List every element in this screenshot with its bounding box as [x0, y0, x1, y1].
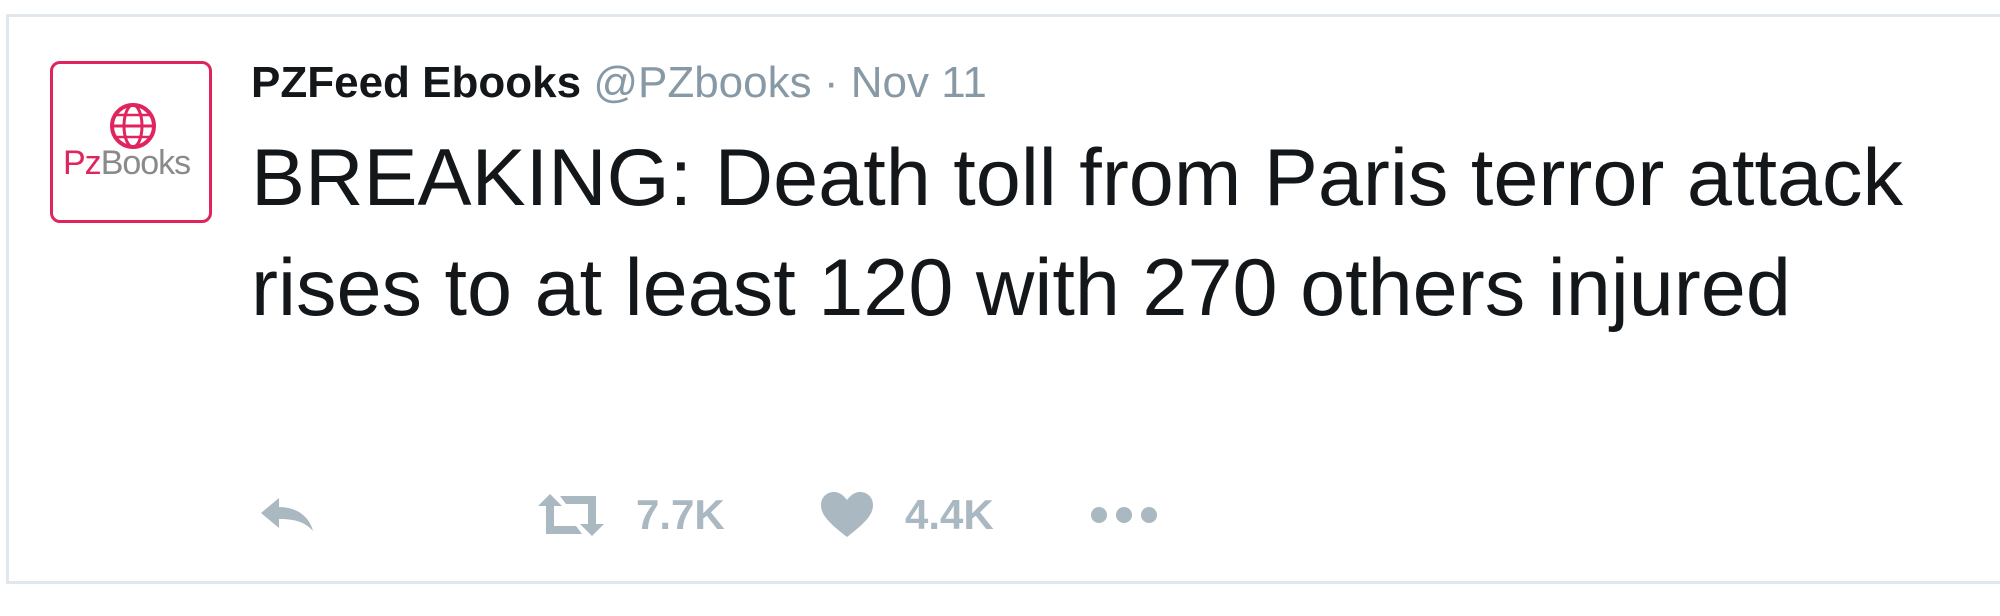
- retweet-count: 7.7K: [636, 491, 725, 538]
- tweet-timestamp[interactable]: Nov 11: [851, 58, 987, 107]
- retweet-icon: [538, 494, 604, 536]
- pzbooks-logo-icon: PzBooks: [63, 103, 191, 182]
- like-button[interactable]: 4.4K: [819, 485, 994, 545]
- author-name[interactable]: PZFeed Ebooks: [251, 58, 581, 107]
- tweet-text: BREAKING: Death toll from Paris terror a…: [251, 133, 1903, 333]
- author-handle[interactable]: @PZbooks: [593, 58, 811, 107]
- retweet-button[interactable]: 7.7K: [536, 485, 725, 545]
- tweet-content: PZFeed Ebooks @PZbooks · Nov 11 BREAKING…: [251, 55, 1991, 343]
- like-count: 4.4K: [905, 491, 994, 538]
- reply-button[interactable]: [259, 485, 317, 545]
- tweet-actions: 7.7K 4.4K: [251, 485, 1251, 545]
- svg-text:PzBooks: PzBooks: [63, 144, 190, 182]
- tweet-header: PZFeed Ebooks @PZbooks · Nov 11: [251, 55, 1991, 111]
- reply-icon: [261, 498, 313, 531]
- header-separator: ·: [823, 58, 839, 107]
- tweet-card[interactable]: PzBooks PZFeed Ebooks @PZbooks · Nov 11 …: [6, 14, 2000, 584]
- more-button[interactable]: [1089, 485, 1159, 545]
- more-icon: [1091, 507, 1157, 523]
- heart-icon: [821, 492, 873, 537]
- avatar[interactable]: PzBooks: [50, 61, 212, 223]
